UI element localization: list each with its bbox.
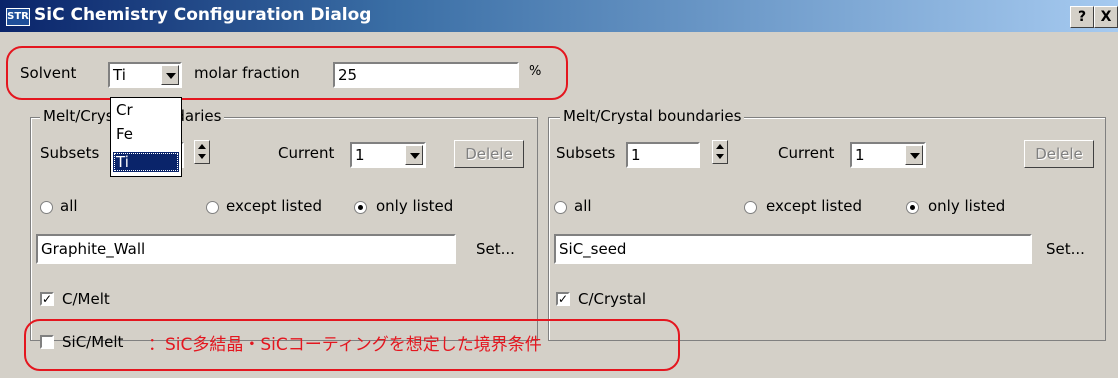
left-radio-except-label: except listed <box>226 197 323 215</box>
right-list-field[interactable]: SiC_seed <box>554 234 1032 264</box>
dropdown-option-ti[interactable]: Ti <box>113 152 179 172</box>
close-button[interactable]: X <box>1094 6 1118 28</box>
right-current-select[interactable]: 1 <box>850 142 926 168</box>
left-set-button[interactable]: Set... <box>476 240 515 258</box>
right-radio-all[interactable] <box>554 201 567 214</box>
right-radio-except-label: except listed <box>766 197 863 215</box>
dropdown-option-fe[interactable]: Fe <box>113 124 179 144</box>
right-subsets-spinner[interactable] <box>712 140 728 164</box>
highlight-outline-sic-melt <box>24 319 680 371</box>
left-check-c-melt-label: C/Melt <box>62 290 110 308</box>
left-delete-button[interactable]: Delele <box>454 140 524 168</box>
left-check-c-melt[interactable]: ✓ <box>40 292 54 306</box>
right-delete-button[interactable]: Delele <box>1024 140 1094 168</box>
left-radio-all-label: all <box>60 197 78 215</box>
left-current-value: 1 <box>355 146 365 164</box>
chevron-down-icon[interactable] <box>905 145 923 165</box>
right-current-value: 1 <box>855 146 865 164</box>
solvent-dropdown-list: Cr Fe Ti <box>110 97 182 177</box>
right-subsets-label: Subsets <box>556 144 616 162</box>
right-set-button[interactable]: Set... <box>1046 240 1085 258</box>
title-bar: STR SiC Chemistry Configuration Dialog ?… <box>0 0 1118 32</box>
right-check-c-crystal-label: C/Crystal <box>578 290 647 308</box>
dropdown-option-cr[interactable]: Cr <box>113 100 179 120</box>
left-subsets-label: Subsets <box>40 144 100 162</box>
chevron-down-icon[interactable] <box>405 145 423 165</box>
right-radio-only-label: only listed <box>928 197 1006 215</box>
right-check-c-crystal[interactable]: ✓ <box>556 292 570 306</box>
highlight-outline-solvent <box>6 46 568 100</box>
right-current-label: Current <box>778 144 835 162</box>
window-title: SiC Chemistry Configuration Dialog <box>34 5 372 25</box>
left-current-select[interactable]: 1 <box>350 142 426 168</box>
left-radio-only[interactable] <box>354 201 367 214</box>
left-subsets-spinner[interactable] <box>194 140 210 164</box>
help-button[interactable]: ? <box>1070 6 1094 28</box>
right-subsets-input[interactable]: 1 <box>626 142 700 168</box>
right-group-legend: Melt/Crystal boundaries <box>560 107 745 125</box>
left-current-label: Current <box>278 144 335 162</box>
right-radio-except[interactable] <box>744 201 757 214</box>
left-radio-only-label: only listed <box>376 197 454 215</box>
left-list-field[interactable]: Graphite_Wall <box>36 234 456 264</box>
app-icon: STR <box>6 8 30 26</box>
left-radio-all[interactable] <box>40 201 53 214</box>
right-radio-only[interactable] <box>906 201 919 214</box>
right-radio-all-label: all <box>574 197 592 215</box>
left-radio-except[interactable] <box>206 201 219 214</box>
